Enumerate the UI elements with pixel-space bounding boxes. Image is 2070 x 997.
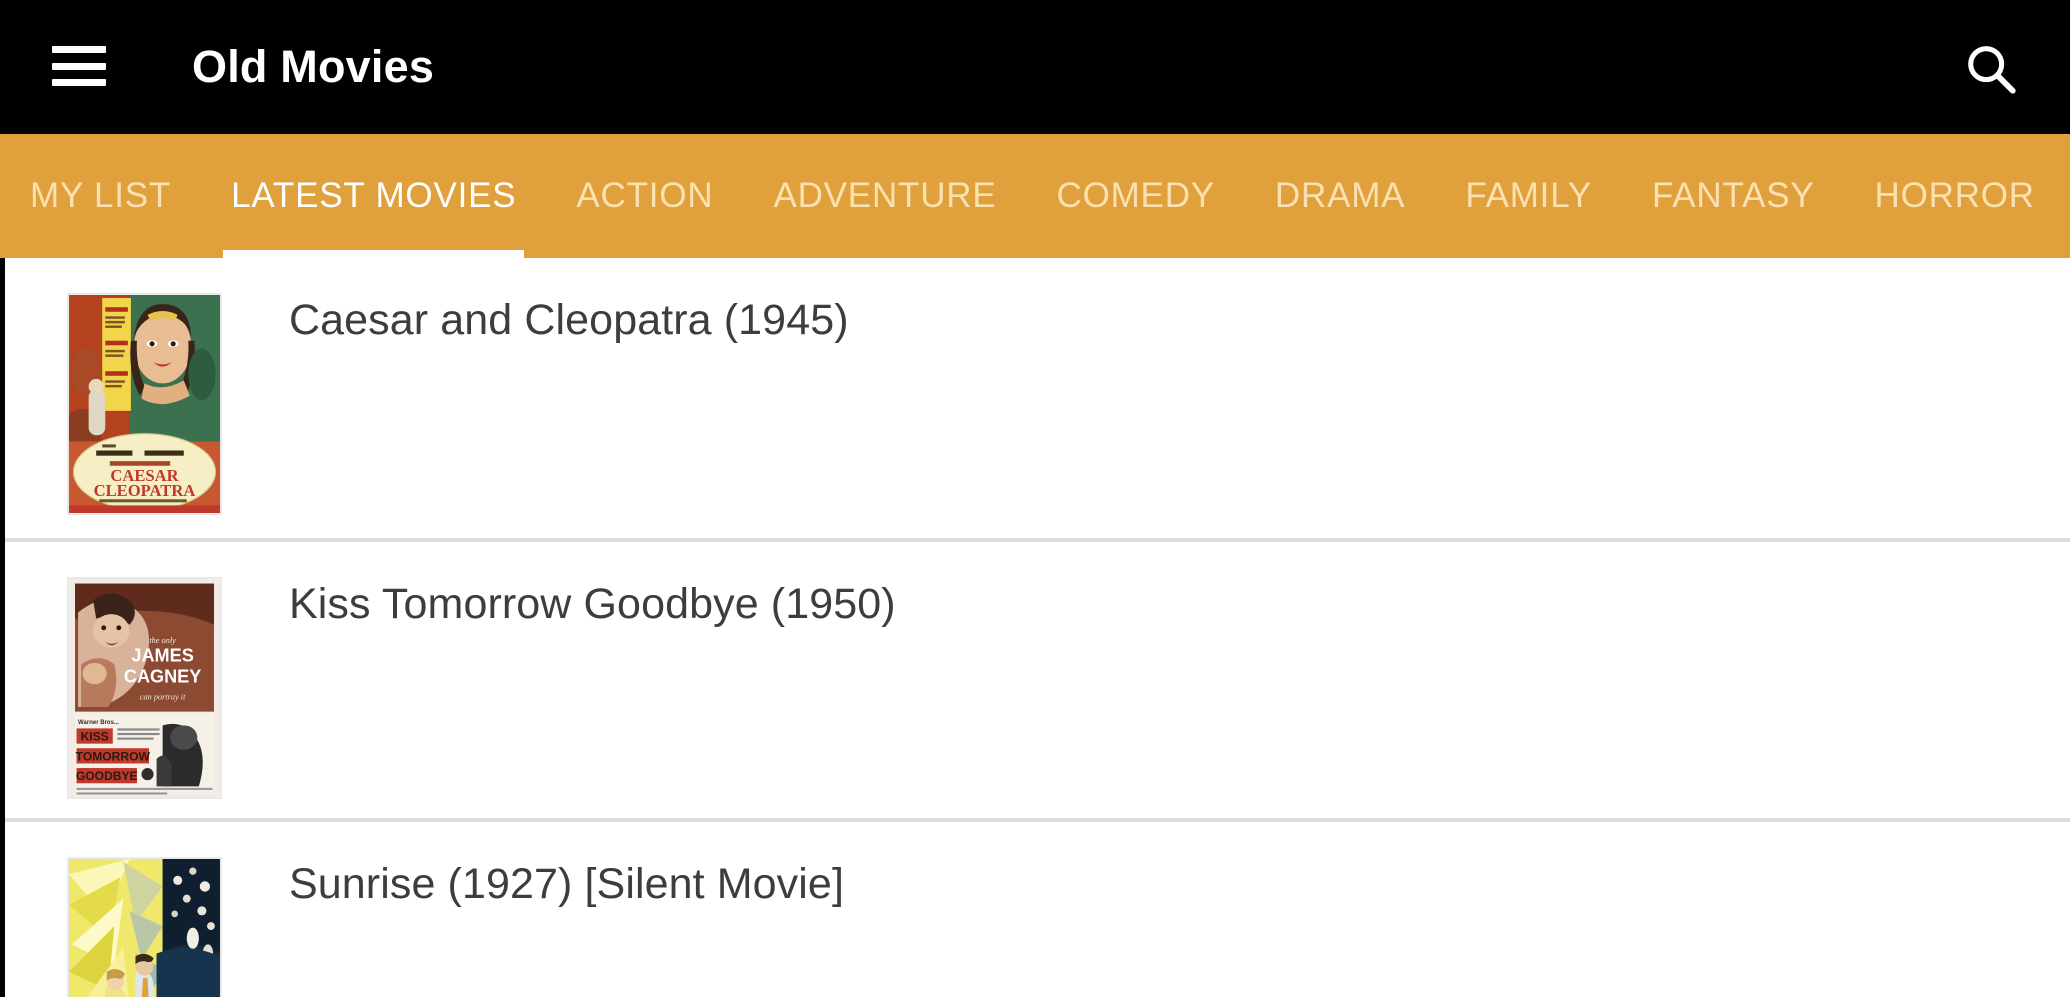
page-title: Old Movies	[192, 41, 435, 92]
tab-my-list[interactable]: MY LIST	[0, 134, 201, 258]
menu-bar-3	[52, 79, 106, 86]
hamburger-menu-icon[interactable]	[52, 46, 106, 86]
tab-label: ADVENTURE	[773, 176, 997, 215]
menu-bar-2	[52, 62, 106, 70]
tab-label: LATEST MOVIES	[231, 176, 517, 215]
tab-drama[interactable]: DRAMA	[1245, 134, 1435, 258]
tab-musical-partial[interactable]: MU	[2065, 134, 2070, 258]
movie-list[interactable]: CAESAR CLEOPATRA Caesar and Cleopatra (1…	[5, 258, 2070, 997]
list-item[interactable]: the only JAMES CAGNEY can portray it War…	[5, 538, 2070, 818]
tab-list: MY LIST LATEST MOVIES ACTION ADVENTURE C…	[0, 134, 2070, 258]
app-root: Old Movies MY LIST LATEST MOVIES ACTION	[0, 0, 2070, 997]
app-bar: Old Movies	[0, 0, 2070, 134]
search-icon[interactable]	[1956, 34, 2026, 104]
svg-text:GOODBYE: GOODBYE	[76, 769, 138, 783]
tab-label: COMEDY	[1056, 176, 1215, 215]
svg-text:TOMORROW: TOMORROW	[76, 749, 151, 763]
tab-label: ACTION	[576, 176, 714, 215]
list-item[interactable]: CAESAR CLEOPATRA Caesar and Cleopatra (1…	[5, 258, 2070, 538]
svg-text:JAMES: JAMES	[131, 645, 193, 665]
tab-horror[interactable]: HORROR	[1845, 134, 2065, 258]
tab-label: DRAMA	[1274, 176, 1406, 215]
movie-poster-thumbnail: F.W.MURNAU PRODUCTION WILLIAM FOX PRESEN…	[67, 857, 222, 997]
tab-adventure[interactable]: ADVENTURE	[743, 134, 1026, 258]
movie-title: Sunrise (1927) [Silent Movie]	[289, 860, 844, 908]
tab-action[interactable]: ACTION	[546, 134, 743, 258]
movie-title: Kiss Tomorrow Goodbye (1950)	[289, 580, 896, 628]
svg-text:can portray it: can portray it	[140, 692, 186, 701]
svg-text:CLEOPATRA: CLEOPATRA	[94, 481, 196, 500]
category-tab-bar[interactable]: MY LIST LATEST MOVIES ACTION ADVENTURE C…	[0, 134, 2070, 258]
svg-text:Warner Bros...: Warner Bros...	[78, 720, 119, 726]
tab-latest-movies[interactable]: LATEST MOVIES	[201, 134, 546, 258]
movie-poster-thumbnail: the only JAMES CAGNEY can portray it War…	[67, 577, 222, 799]
svg-text:CAGNEY: CAGNEY	[124, 667, 201, 687]
svg-text:KISS: KISS	[81, 730, 109, 744]
tab-label: FANTASY	[1652, 176, 1815, 215]
tab-label: MY LIST	[30, 176, 172, 215]
movie-poster-thumbnail: CAESAR CLEOPATRA	[67, 293, 222, 515]
tab-comedy[interactable]: COMEDY	[1027, 134, 1245, 258]
tab-active-indicator	[223, 250, 525, 258]
tab-family[interactable]: FAMILY	[1435, 134, 1622, 258]
tab-fantasy[interactable]: FANTASY	[1622, 134, 1845, 258]
tab-label: HORROR	[1874, 176, 2035, 215]
tab-label: FAMILY	[1465, 176, 1593, 215]
movie-title: Caesar and Cleopatra (1945)	[289, 296, 849, 344]
menu-bar-1	[52, 46, 106, 53]
list-item[interactable]: F.W.MURNAU PRODUCTION WILLIAM FOX PRESEN…	[5, 818, 2070, 997]
svg-text:the only: the only	[149, 636, 176, 645]
